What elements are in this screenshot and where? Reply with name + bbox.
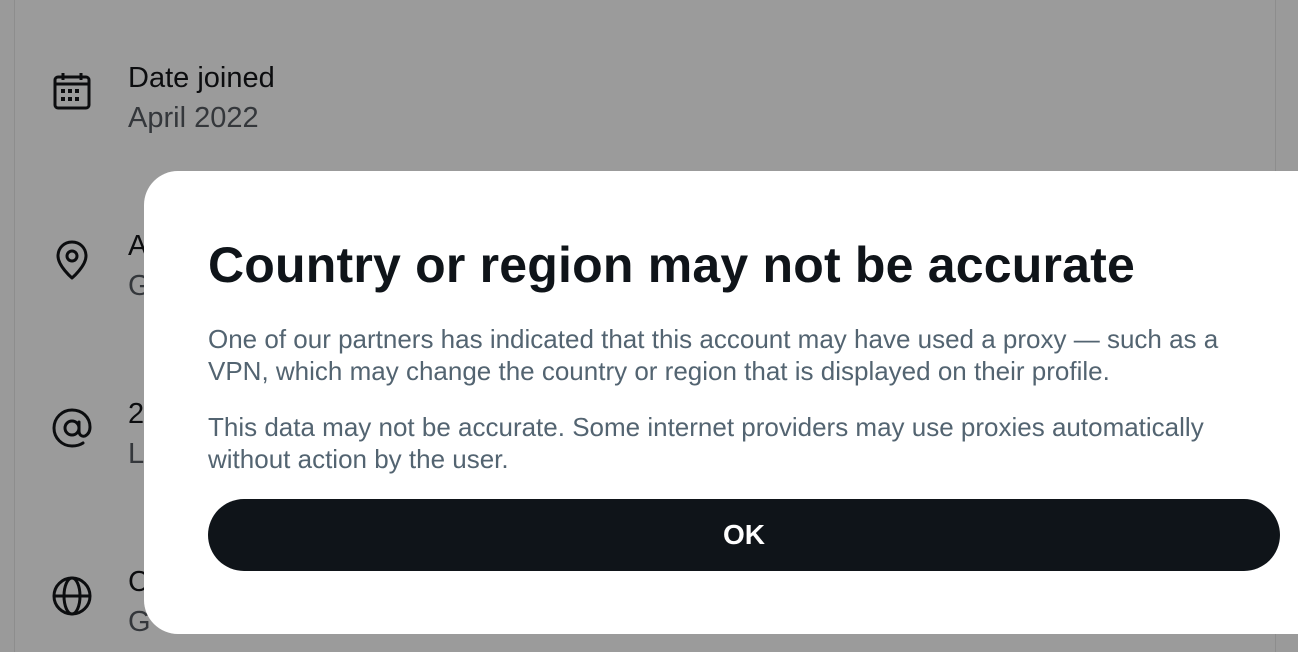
about-row-label: Date joined xyxy=(128,62,275,94)
proxy-warning-dialog: Country or region may not be accurate On… xyxy=(144,171,1298,634)
about-row-date-joined: Date joined April 2022 xyxy=(50,58,650,138)
about-row-value: L xyxy=(128,438,145,470)
about-row-label: 2 xyxy=(128,398,145,430)
dialog-paragraph-accuracy: This data may not be accurate. Some inte… xyxy=(208,412,1204,474)
at-sign-icon xyxy=(50,406,94,450)
dialog-title: Country or region may not be accurate xyxy=(208,237,1136,293)
location-pin-icon xyxy=(50,238,94,282)
calendar-icon xyxy=(50,70,94,114)
dialog-paragraph-proxy: One of our partners has indicated that t… xyxy=(208,324,1219,386)
ok-button[interactable]: OK xyxy=(208,499,1280,571)
globe-icon xyxy=(50,574,94,618)
about-row-value: April 2022 xyxy=(128,102,259,134)
